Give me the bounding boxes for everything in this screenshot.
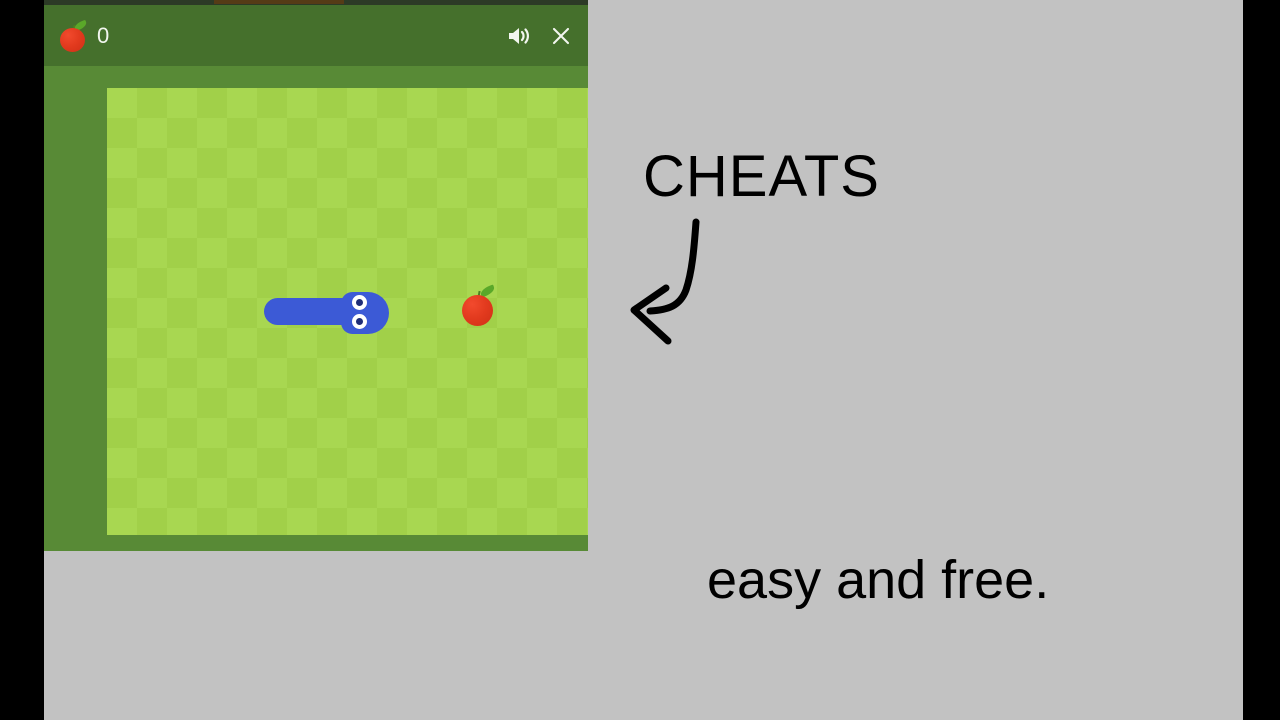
snake-eye-bottom bbox=[352, 314, 367, 329]
title-bar-controls bbox=[506, 23, 574, 49]
snake-pupil-bottom bbox=[356, 318, 363, 325]
window-top-strip-accent bbox=[214, 0, 344, 4]
snake-pupil-top bbox=[356, 299, 363, 306]
score-display: 0 bbox=[60, 19, 110, 52]
apple-body bbox=[60, 27, 85, 52]
close-button[interactable] bbox=[548, 23, 574, 49]
snake-eye-top bbox=[352, 295, 367, 310]
food-apple bbox=[462, 284, 496, 326]
food-apple-body bbox=[462, 295, 493, 326]
tagline-annotation-label: easy and free. bbox=[707, 550, 1050, 610]
score-value: 0 bbox=[97, 22, 110, 48]
speaker-on-icon bbox=[507, 25, 531, 47]
game-title-bar: 0 bbox=[44, 5, 588, 66]
snake-game-window: 0 bbox=[44, 0, 588, 551]
letterbox-left bbox=[0, 0, 44, 720]
hand-drawn-arrow-icon bbox=[630, 218, 700, 345]
game-play-field[interactable] bbox=[107, 88, 588, 535]
sound-toggle-button[interactable] bbox=[506, 23, 532, 49]
close-x-icon bbox=[551, 26, 571, 46]
cheats-annotation-label: CHEATS bbox=[643, 144, 880, 209]
letterbox-right bbox=[1243, 0, 1280, 720]
screenshot-stage: 0 CHEATS easy and free. bbox=[0, 0, 1280, 720]
apple-icon bbox=[60, 19, 88, 52]
